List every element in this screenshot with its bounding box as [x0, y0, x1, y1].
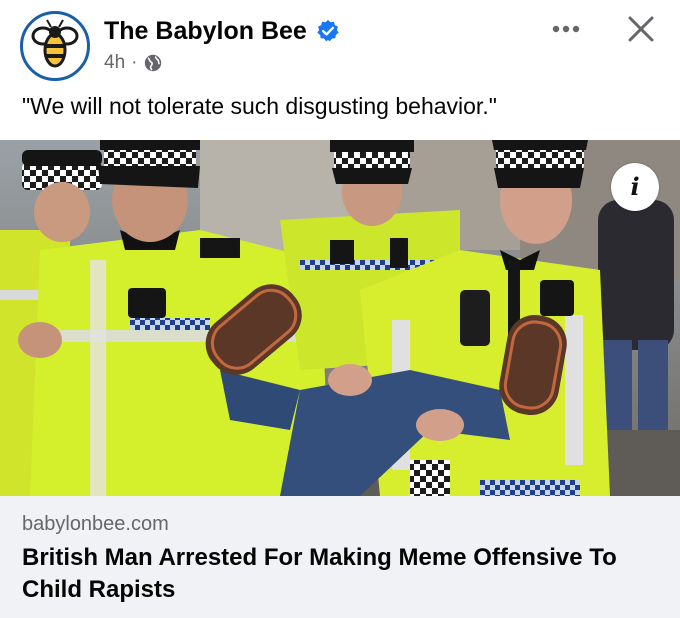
police-arrest-photo [0, 140, 680, 496]
more-options-button[interactable] [545, 14, 587, 44]
link-title[interactable]: British Man Arrested For Making Meme Off… [22, 542, 662, 606]
page-avatar[interactable] [20, 11, 90, 81]
close-icon [628, 16, 654, 42]
link-domain: babylonbee.com [22, 513, 169, 535]
post-meta: 4h · [104, 52, 163, 74]
link-preview-card[interactable]: babylonbee.com British Man Arrested For … [0, 496, 680, 618]
post-caption: "We will not tolerate such disgusting be… [22, 93, 497, 119]
post-timestamp[interactable]: 4h [104, 52, 125, 74]
post-photo[interactable] [0, 140, 680, 496]
verified-badge-icon [317, 20, 339, 42]
page-name[interactable]: The Babylon Bee [104, 17, 307, 46]
more-options-icon [552, 25, 580, 33]
babylon-bee-logo-icon [25, 16, 85, 76]
post-header: The Babylon Bee 4h · [0, 0, 680, 90]
info-button[interactable]: i [611, 163, 659, 211]
info-icon: i [630, 172, 640, 201]
close-button[interactable] [620, 8, 662, 50]
globe-icon [145, 54, 162, 72]
meta-separator: · [131, 52, 138, 73]
